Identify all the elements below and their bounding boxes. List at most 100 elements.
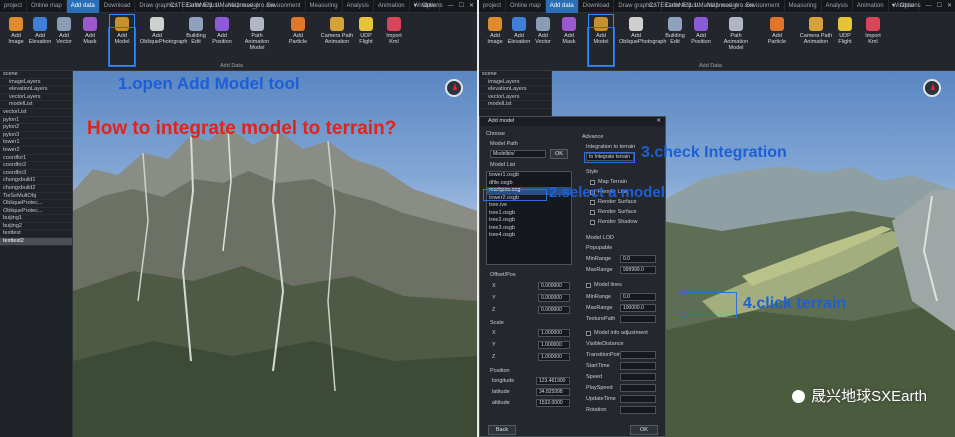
min-range-field[interactable]: 0.0	[620, 255, 656, 263]
tree-item[interactable]: texttest2	[0, 238, 72, 246]
tab-add-data[interactable]: Add data	[66, 0, 100, 13]
ribbon-button-vector[interactable]: Add Vector	[531, 15, 555, 65]
tree-item[interactable]: vectorLayers	[479, 94, 551, 102]
tab-project[interactable]: project	[0, 0, 28, 13]
model-list-item[interactable]: tree.ive	[487, 202, 571, 210]
ribbon-button-position[interactable]: Add Position	[210, 15, 234, 65]
ribbon-button-oblique[interactable]: Add ObliquePhotograph	[140, 15, 187, 65]
ok-button[interactable]: OK	[630, 425, 658, 435]
max-range-field[interactable]: 999999.0	[620, 266, 656, 274]
tab-add-data[interactable]: Add data	[545, 0, 579, 13]
ribbon-button-kml[interactable]: Import Kml	[861, 15, 885, 65]
window-control-0[interactable]: ▾	[414, 0, 417, 13]
window-control-2[interactable]: —	[926, 0, 932, 13]
model-list-item[interactable]: tree2.osgb	[487, 217, 571, 225]
tree-item[interactable]: imageLayers	[479, 79, 551, 87]
ribbon-button-vector[interactable]: Add Vector	[52, 15, 76, 65]
tree-item[interactable]: ObliqueProtec...	[0, 200, 72, 208]
model-list-item[interactable]: tower1.osgb	[487, 172, 571, 180]
window-control-4[interactable]: ✕	[469, 0, 474, 13]
ribbon-button-building[interactable]: Building Edit	[184, 15, 208, 65]
browse-button[interactable]: OK	[550, 149, 568, 159]
tree-item[interactable]: chongxbuild1	[0, 177, 72, 185]
window-control-4[interactable]: ✕	[947, 0, 952, 13]
window-control-0[interactable]: ▾	[892, 0, 895, 13]
tree-item[interactable]: buijing1	[0, 215, 72, 223]
param-field[interactable]	[620, 406, 656, 414]
tab-analysis[interactable]: Analysis	[822, 0, 853, 13]
window-control-2[interactable]: —	[448, 0, 454, 13]
param-field[interactable]	[620, 351, 656, 359]
tree-item[interactable]: scene	[479, 71, 551, 79]
scale-x-field[interactable]: 1.000000	[538, 329, 570, 337]
tree-item[interactable]: pylon1	[0, 117, 72, 125]
model-list-item[interactable]: tree4.osgb	[487, 232, 571, 240]
window-control-3[interactable]: ☐	[937, 0, 942, 13]
tree-item[interactable]: pylon3	[0, 132, 72, 140]
texture-path-field[interactable]	[620, 315, 656, 323]
ribbon-button-oblique[interactable]: Add ObliquePhotograph	[619, 15, 666, 65]
tree-item[interactable]: vectorLayers	[0, 94, 72, 102]
latitude-field[interactable]: 34.825998	[536, 388, 570, 396]
scale-z-field[interactable]: 1.000000	[538, 353, 570, 361]
compass-icon[interactable]	[923, 79, 941, 97]
tab-online-map[interactable]: Online map	[27, 0, 67, 13]
style-checkbox[interactable]	[590, 210, 595, 215]
tab-measuring[interactable]: Measuring	[306, 0, 343, 13]
tree-item[interactable]: tower2	[0, 147, 72, 155]
tab-analysis[interactable]: Analysis	[343, 0, 374, 13]
tab-project[interactable]: project	[479, 0, 507, 13]
tree-item[interactable]: texttest	[0, 230, 72, 239]
ribbon-button-position[interactable]: Add Position	[689, 15, 713, 65]
tab-measuring[interactable]: Measuring	[785, 0, 822, 13]
model-list-item[interactable]: tree3.osgb	[487, 225, 571, 233]
param-field[interactable]	[620, 384, 656, 392]
tree-item[interactable]: ObliqueProtec...	[0, 208, 72, 216]
tree-item[interactable]: elevationLayers	[0, 86, 72, 94]
ribbon-button-camera-path[interactable]: Camera Path Animation	[799, 15, 833, 65]
param-field[interactable]	[620, 362, 656, 370]
scale-y-field[interactable]: 1.000000	[538, 341, 570, 349]
tab-animation[interactable]: Animation	[853, 0, 889, 13]
ribbon-button-flight[interactable]: UDP Flight	[833, 15, 857, 65]
tree-item[interactable]: pylon2	[0, 124, 72, 132]
ribbon-button-mask[interactable]: Add Mask	[557, 15, 581, 65]
tab-download[interactable]: Download	[579, 0, 615, 13]
ribbon-button-path-animation[interactable]: Path Animation Model	[240, 15, 274, 65]
tree-item[interactable]: buijing2	[0, 223, 72, 231]
tab-download[interactable]: Download	[100, 0, 136, 13]
model-list-item[interactable]: tree1.osgb	[487, 210, 571, 218]
min-range2-field[interactable]: 0.0	[620, 293, 656, 301]
param-field[interactable]	[620, 373, 656, 381]
ribbon-button-path-animation[interactable]: Path Animation Model	[719, 15, 753, 65]
ribbon-button-kml[interactable]: Import Kml	[382, 15, 406, 65]
tree-item[interactable]: modelList	[0, 101, 72, 109]
tab-online-map[interactable]: Online map	[506, 0, 546, 13]
tree-item[interactable]: vectorList	[0, 109, 72, 117]
window-control-3[interactable]: ☐	[459, 0, 464, 13]
altitude-field[interactable]: 1532.0000	[536, 399, 570, 407]
param-field[interactable]	[620, 395, 656, 403]
ribbon-button-image[interactable]: Add Image	[483, 15, 507, 65]
ribbon-button-elevation[interactable]: Add Elevation	[507, 15, 531, 65]
tree-item[interactable]: coordfor3	[0, 170, 72, 178]
tree-item[interactable]: modelList	[479, 101, 551, 109]
style-checkbox[interactable]	[590, 220, 595, 225]
ribbon-button-flight[interactable]: UDP Flight	[354, 15, 378, 65]
window-control-1[interactable]: Options	[900, 0, 921, 13]
tree-item[interactable]: scene	[0, 71, 72, 79]
model-lines-checkbox[interactable]	[586, 283, 591, 288]
ribbon-button-camera-path[interactable]: Camera Path Animation	[320, 15, 354, 65]
model-path-field[interactable]: Modelbin/	[490, 150, 546, 158]
ribbon-button-particle[interactable]: Add Particle	[286, 15, 310, 65]
tree-item[interactable]: tower1	[0, 139, 72, 147]
ribbon-button-building[interactable]: Building Edit	[663, 15, 687, 65]
close-icon[interactable]: ✕	[656, 117, 661, 126]
offset-x-field[interactable]: 0.000000	[538, 282, 570, 290]
tab-animation[interactable]: Animation	[374, 0, 410, 13]
model-info-checkbox[interactable]	[586, 331, 591, 336]
back-button[interactable]: Back	[488, 425, 516, 435]
max-range2-field[interactable]: 100000.0	[620, 304, 656, 312]
ribbon-button-image[interactable]: Add Image	[4, 15, 28, 65]
tree-item[interactable]: imageLayers	[0, 79, 72, 87]
